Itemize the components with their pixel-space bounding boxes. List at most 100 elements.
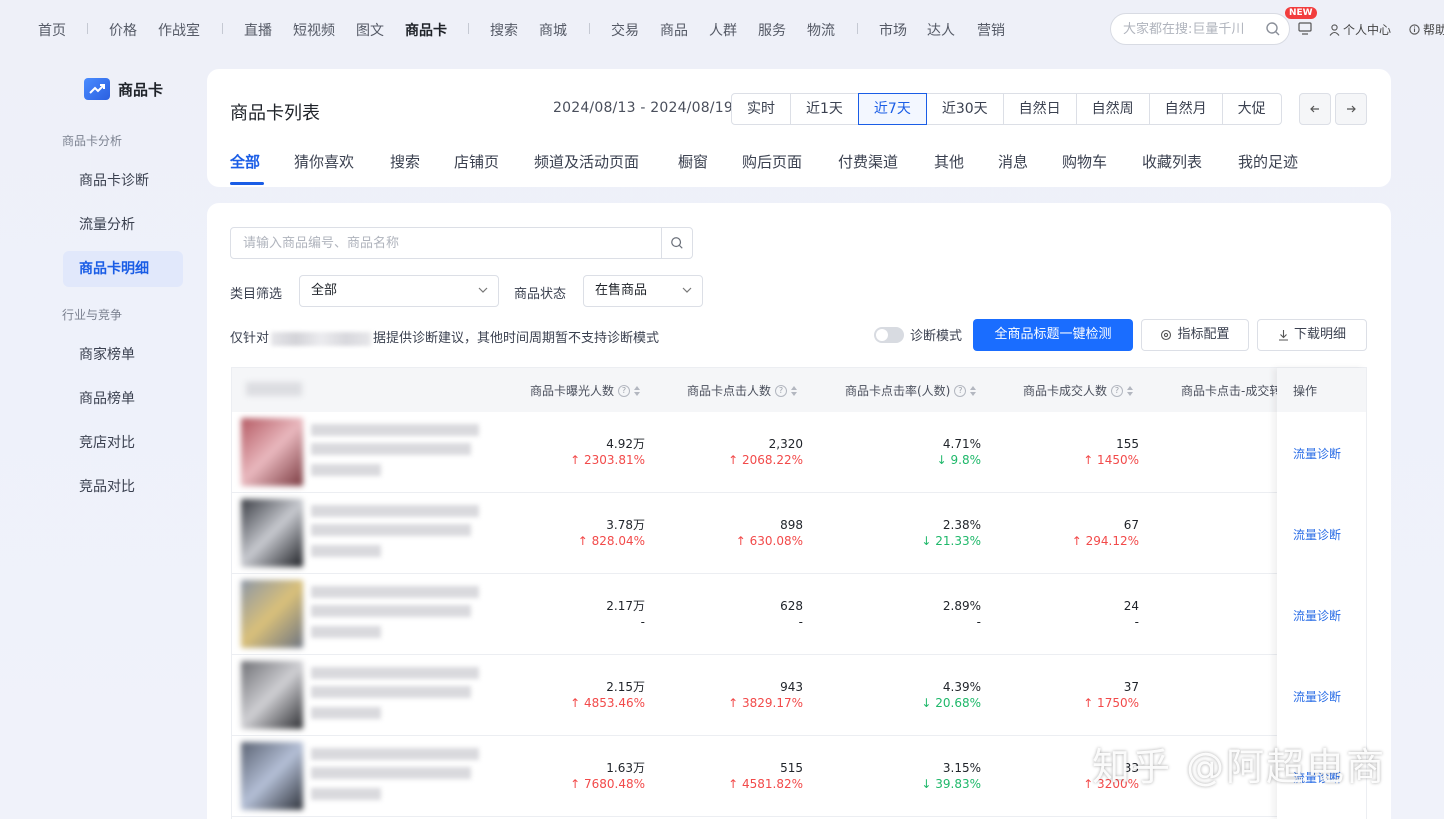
sidebar-item-merchant-ranking[interactable]: 商家榜单: [63, 337, 183, 373]
nav-trade[interactable]: 交易: [611, 20, 639, 40]
category-select[interactable]: 全部: [299, 275, 499, 307]
col-ctr[interactable]: 商品卡点击率(人数) ?: [845, 382, 977, 399]
col-exposure[interactable]: 商品卡曝光人数 ?: [530, 382, 641, 399]
help-icon[interactable]: ?: [618, 384, 631, 397]
nav-price[interactable]: 价格: [109, 20, 137, 40]
product-search-input[interactable]: [231, 228, 661, 258]
search-icon[interactable]: [1265, 21, 1281, 37]
redacted-product-name: [311, 667, 479, 679]
tab-footprint[interactable]: 我的足迹: [1238, 151, 1298, 172]
metric-cell: 628 -: [663, 598, 803, 630]
nav-market[interactable]: 市场: [879, 20, 907, 40]
tab-after-purchase[interactable]: 购后页面: [742, 151, 802, 172]
col-buyers[interactable]: 商品卡成交人数 ?: [1023, 382, 1134, 399]
sidebar-item-product-compare[interactable]: 竞品对比: [63, 469, 183, 505]
tab-message[interactable]: 消息: [998, 151, 1028, 172]
metric-value: 4.39%: [942, 680, 981, 694]
col-click-conversion[interactable]: 商品卡点击-成交转: [1181, 382, 1281, 399]
date-range[interactable]: 2024/08/13 - 2024/08/19: [553, 100, 733, 116]
title-check-button[interactable]: 全商品标题一键检测: [973, 319, 1133, 351]
category-filter-label: 类目筛选: [230, 287, 283, 302]
metrics-config-button[interactable]: 指标配置: [1141, 319, 1249, 351]
sort-icon[interactable]: [634, 385, 641, 396]
period-promotion[interactable]: 大促: [1221, 93, 1282, 125]
nav-mall[interactable]: 商城: [539, 20, 567, 40]
help-icon[interactable]: ?: [954, 384, 967, 397]
metric-change: ↑ 828.04%: [577, 534, 645, 548]
status-select-value: 在售商品: [595, 283, 648, 298]
help-icon[interactable]: ?: [1111, 384, 1124, 397]
nav-service[interactable]: 服务: [758, 20, 786, 40]
period-7day[interactable]: 近7天: [857, 93, 927, 125]
global-search[interactable]: [1110, 13, 1290, 45]
nav-product-card[interactable]: 商品卡: [405, 20, 447, 40]
help-link[interactable]: 帮助: [1409, 21, 1444, 38]
monitor-icon[interactable]: [1298, 22, 1312, 35]
traffic-diagnosis-link[interactable]: 流量诊断: [1293, 688, 1341, 705]
chevron-down-icon: [478, 287, 488, 293]
tab-shop-page[interactable]: 店铺页: [454, 151, 499, 172]
nav-home[interactable]: 首页: [38, 20, 66, 40]
sidebar-item-product-ranking[interactable]: 商品榜单: [63, 381, 183, 417]
tab-paid-channel[interactable]: 付费渠道: [838, 151, 898, 172]
nav-influencer[interactable]: 达人: [927, 20, 955, 40]
sort-icon[interactable]: [970, 385, 977, 396]
product-thumbnail[interactable]: [241, 418, 303, 486]
tab-guess-you-like[interactable]: 猜你喜欢: [294, 151, 354, 172]
redacted-product-name: [311, 605, 471, 617]
user-icon: [1329, 23, 1340, 36]
product-search-button[interactable]: [661, 228, 692, 258]
main-card: 类目筛选 全部 商品状态 在售商品 仅针对 据提供诊断建议，其他时间周期暂不支持诊…: [207, 203, 1391, 819]
download-detail-button[interactable]: 下载明细: [1257, 319, 1367, 351]
diagnose-mode-toggle[interactable]: [874, 326, 904, 343]
nav-audience[interactable]: 人群: [709, 20, 737, 40]
redacted-product-name: [311, 464, 381, 476]
period-natural-week[interactable]: 自然周: [1075, 93, 1150, 125]
traffic-diagnosis-link[interactable]: 流量诊断: [1293, 607, 1341, 624]
sidebar-item-card-detail[interactable]: 商品卡明细: [63, 251, 183, 287]
period-natural-day[interactable]: 自然日: [1002, 93, 1077, 125]
nav-war-room[interactable]: 作战室: [158, 20, 200, 40]
table-row: 3.78万 ↑ 828.04% 898 ↑ 630.08% 2.38% ↓ 21.33% 6…: [232, 493, 1366, 574]
product-thumbnail[interactable]: [241, 580, 303, 648]
prev-period-button[interactable]: [1299, 93, 1331, 125]
sidebar-item-shop-compare[interactable]: 竞店对比: [63, 425, 183, 461]
period-natural-month[interactable]: 自然月: [1148, 93, 1223, 125]
nav-marketing[interactable]: 营销: [977, 20, 1005, 40]
col-clicks[interactable]: 商品卡点击人数 ?: [687, 382, 798, 399]
sort-icon[interactable]: [791, 385, 798, 396]
product-thumbnail[interactable]: [241, 661, 303, 729]
tab-other[interactable]: 其他: [934, 151, 964, 172]
nav-logistics[interactable]: 物流: [807, 20, 835, 40]
nav-image-text[interactable]: 图文: [356, 20, 384, 40]
next-period-button[interactable]: [1335, 93, 1367, 125]
sidebar-title: 商品卡: [118, 80, 164, 99]
tab-window[interactable]: 橱窗: [678, 151, 708, 172]
sidebar-logo: 商品卡: [84, 78, 163, 100]
traffic-diagnosis-link[interactable]: 流量诊断: [1293, 526, 1341, 543]
tab-favorites[interactable]: 收藏列表: [1142, 151, 1202, 172]
tab-channel-activity[interactable]: 频道及活动页面: [534, 151, 639, 172]
product-thumbnail[interactable]: [241, 742, 303, 810]
sidebar-item-card-diagnosis[interactable]: 商品卡诊断: [63, 163, 183, 199]
period-1day[interactable]: 近1天: [790, 93, 859, 125]
nav-short-video[interactable]: 短视频: [293, 20, 335, 40]
traffic-diagnosis-link[interactable]: 流量诊断: [1293, 445, 1341, 462]
product-thumbnail[interactable]: [241, 499, 303, 567]
global-search-input[interactable]: [1123, 21, 1258, 37]
notice-suffix: 据提供诊断建议，其他时间周期暂不支持诊断模式: [373, 331, 660, 346]
personal-center-link[interactable]: 个人中心: [1329, 21, 1391, 38]
metric-cell: 2.89% -: [841, 598, 981, 630]
nav-search[interactable]: 搜索: [490, 20, 518, 40]
period-30day[interactable]: 近30天: [925, 93, 1004, 125]
nav-live[interactable]: 直播: [244, 20, 272, 40]
help-icon[interactable]: ?: [775, 384, 788, 397]
tab-search[interactable]: 搜索: [390, 151, 420, 172]
period-realtime[interactable]: 实时: [731, 93, 791, 125]
status-select[interactable]: 在售商品: [583, 275, 703, 307]
nav-goods[interactable]: 商品: [660, 20, 688, 40]
tab-cart[interactable]: 购物车: [1062, 151, 1107, 172]
sidebar-item-traffic-analysis[interactable]: 流量分析: [63, 207, 183, 243]
sort-icon[interactable]: [1127, 385, 1134, 396]
tab-all[interactable]: 全部: [230, 151, 260, 172]
